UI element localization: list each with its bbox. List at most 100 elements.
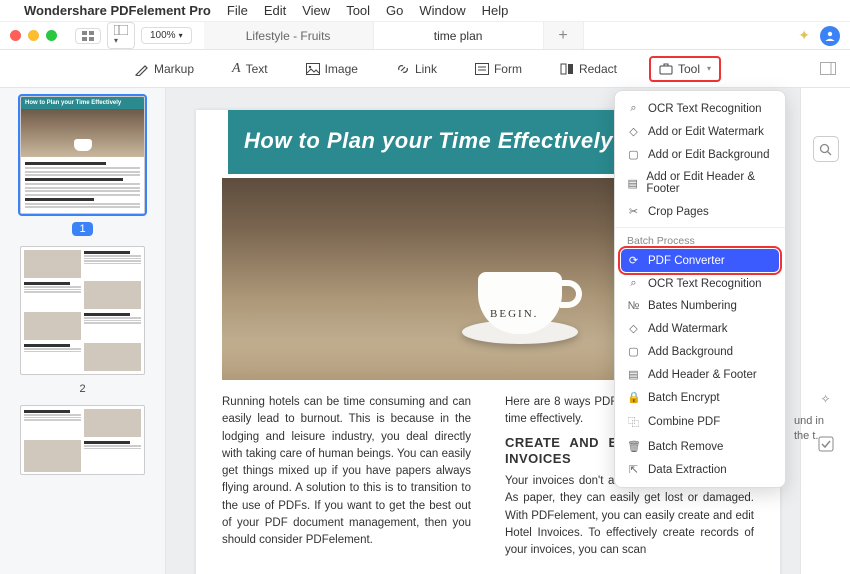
new-tab-button[interactable]: + <box>544 22 584 49</box>
close-window-button[interactable] <box>10 30 21 41</box>
plus-icon: + <box>558 27 567 45</box>
fullscreen-window-button[interactable] <box>46 30 57 41</box>
background-icon: ▢ <box>627 345 640 358</box>
link-icon <box>396 62 410 76</box>
window-controls <box>10 30 57 41</box>
dd-label: Add Watermark <box>648 323 727 335</box>
dd-batch-encrypt[interactable]: 🔒 Batch Encrypt <box>615 386 785 409</box>
background-icon: ▢ <box>627 148 640 161</box>
cup-illustration: BEGIN. <box>472 266 568 344</box>
thumb-hero <box>21 109 144 157</box>
tab-label: Lifestyle - Fruits <box>246 29 331 43</box>
search-icon <box>819 143 832 156</box>
dd-label: Crop Pages <box>648 206 709 218</box>
dd-label: Add Background <box>648 346 733 358</box>
form-tool[interactable]: Form <box>469 58 528 80</box>
system-menubar: Wondershare PDFelement Pro File Edit Vie… <box>0 0 850 22</box>
menu-tool[interactable]: Tool <box>346 3 370 18</box>
text-icon: A <box>232 61 241 77</box>
extract-icon: ⇱ <box>627 463 640 476</box>
user-avatar[interactable] <box>820 26 840 46</box>
watermark-icon: ◇ <box>627 125 640 138</box>
window-titlebar: ▾ 100%▾ Lifestyle - Fruits time plan + ✦ <box>0 22 850 50</box>
checkbox-icon[interactable] <box>818 436 834 452</box>
dd-add-header-footer[interactable]: ▤Add Header & Footer <box>615 363 785 386</box>
tool-label: Image <box>325 62 358 76</box>
zoom-selector[interactable]: 100%▾ <box>141 27 192 44</box>
dd-label: Batch Remove <box>648 441 723 453</box>
menu-go[interactable]: Go <box>386 3 403 18</box>
document-tab-timeplan[interactable]: time plan <box>374 22 544 49</box>
right-panel: ✧ <box>800 88 850 574</box>
crop-icon: ✂ <box>627 205 640 218</box>
dd-label: Combine PDF <box>648 416 720 428</box>
image-tool[interactable]: Image <box>300 58 364 80</box>
lock-icon: 🔒 <box>627 391 640 404</box>
markup-tool[interactable]: Markup <box>129 58 200 80</box>
dd-ocr[interactable]: ⌕ OCR Text Recognition <box>615 97 785 120</box>
tool-label: Text <box>246 62 268 76</box>
dd-pdf-converter[interactable]: ⟳PDF Converter <box>621 249 779 272</box>
redact-tool[interactable]: Redact <box>554 58 623 80</box>
text-tool[interactable]: A Text <box>226 57 274 81</box>
tool-label: Redact <box>579 62 617 76</box>
tool-menu-button[interactable]: Tool ▾ <box>649 56 721 82</box>
combine-icon: ⿻ <box>627 414 640 430</box>
dd-bates[interactable]: № Bates Numbering <box>615 295 785 317</box>
dd-add-background[interactable]: ▢ Add Background <box>615 340 785 363</box>
page-thumbnail-1[interactable]: How to Plan your Time Effectively <box>20 96 145 214</box>
thumbnail-view-toggle[interactable] <box>75 28 101 44</box>
dd-batch-ocr[interactable]: ⌕ OCR Text Recognition <box>615 272 785 295</box>
thumbnail-sidebar: How to Plan your Time Effectively 1 2 <box>0 88 166 574</box>
dd-label: Batch Encrypt <box>648 392 720 404</box>
dd-label: Bates Numbering <box>648 300 737 312</box>
panel-toggle[interactable] <box>820 62 836 75</box>
tool-label: Link <box>415 62 437 76</box>
page-number: 2 <box>10 383 155 395</box>
tool-dropdown: ⌕ OCR Text Recognition ◇ Add or Edit Water… <box>614 90 786 488</box>
sparkle-icon[interactable]: ✧ <box>820 392 830 406</box>
menu-help[interactable]: Help <box>482 3 509 18</box>
dd-label: Data Extraction <box>648 464 727 476</box>
tips-icon[interactable]: ✦ <box>798 27 810 44</box>
dd-batch-remove[interactable]: 🗑Batch Remove <box>615 435 785 458</box>
tool-label: Markup <box>154 62 194 76</box>
ocr-icon: ⌕ <box>627 277 640 290</box>
dd-label: Add or Edit Background <box>648 149 769 161</box>
minimize-window-button[interactable] <box>28 30 39 41</box>
dd-label: OCR Text Recognition <box>648 278 762 290</box>
dd-section-heading: Batch Process <box>615 232 785 249</box>
bates-icon: № <box>627 300 640 312</box>
tab-label: time plan <box>434 29 483 43</box>
redact-icon <box>560 63 574 75</box>
main-toolbar: Markup A Text Image Link Form Redact Too… <box>0 50 850 88</box>
dd-label: OCR Text Recognition <box>648 103 762 115</box>
dd-watermark[interactable]: ◇ Add or Edit Watermark <box>615 120 785 143</box>
app-menu[interactable]: Wondershare PDFelement Pro <box>24 3 211 18</box>
document-tab-lifestyle[interactable]: Lifestyle - Fruits <box>204 22 374 49</box>
sidebar-toggle[interactable]: ▾ <box>107 22 135 49</box>
dd-label: Add Header & Footer <box>648 369 757 381</box>
dd-combine-pdf[interactable]: ⿻ Combine PDF <box>615 409 785 435</box>
tool-label: Form <box>494 62 522 76</box>
ocr-icon: ⌕ <box>627 102 640 115</box>
tool-label: Tool <box>678 62 700 76</box>
link-tool[interactable]: Link <box>390 58 443 80</box>
dd-label: Add or Edit Header & Footer <box>646 171 773 195</box>
page-thumbnail-3[interactable] <box>20 405 145 475</box>
search-button[interactable] <box>813 136 839 162</box>
page-thumbnail-2[interactable] <box>20 246 145 375</box>
dd-header-footer[interactable]: ▤Add or Edit Header & Footer <box>615 166 785 200</box>
image-icon <box>306 63 320 75</box>
dd-label: Add or Edit Watermark <box>648 126 764 138</box>
toolbox-icon <box>659 62 673 75</box>
menu-view[interactable]: View <box>302 3 330 18</box>
dd-crop[interactable]: ✂ Crop Pages <box>615 200 785 223</box>
menu-edit[interactable]: Edit <box>264 3 286 18</box>
dd-add-watermark[interactable]: ◇Add Watermark <box>615 317 785 340</box>
convert-icon: ⟳ <box>627 254 640 267</box>
menu-file[interactable]: File <box>227 3 248 18</box>
menu-window[interactable]: Window <box>419 3 465 18</box>
dd-background[interactable]: ▢ Add or Edit Background <box>615 143 785 166</box>
dd-data-extraction[interactable]: ⇱ Data Extraction <box>615 458 785 481</box>
